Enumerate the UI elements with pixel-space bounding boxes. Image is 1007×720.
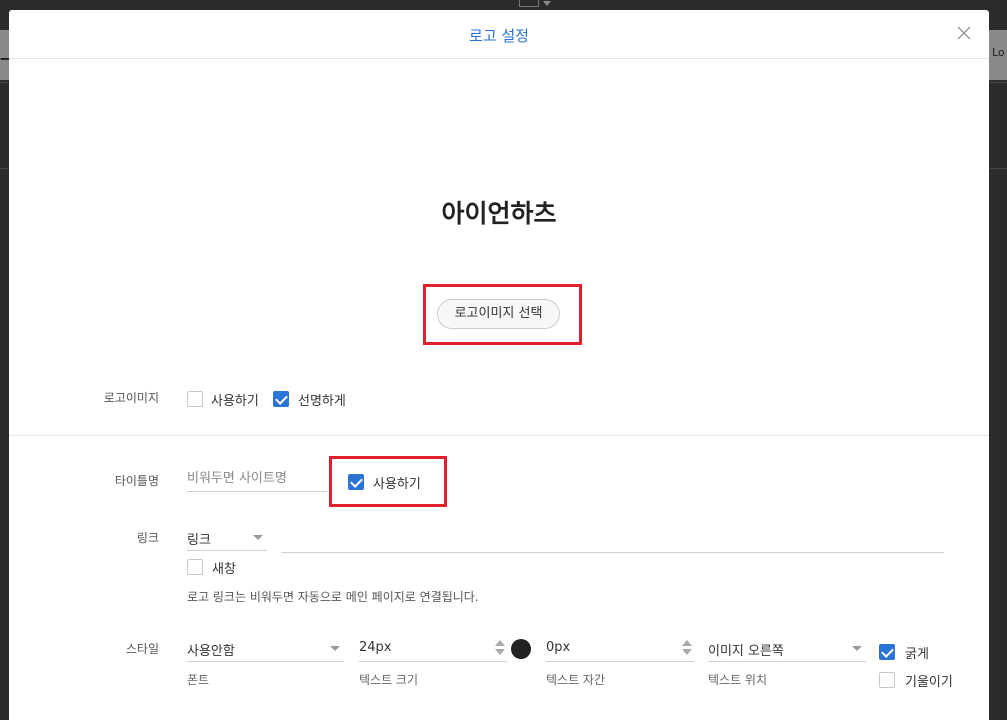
text-position-caption: 텍스트 위치 [708,673,768,687]
link-url-input[interactable] [281,527,944,553]
bold-checkbox[interactable] [879,644,895,660]
font-select[interactable]: 사용안함 [187,636,344,662]
chevron-down-icon [253,535,263,540]
new-window-checkbox[interactable] [187,559,203,575]
background-divider [989,168,1007,169]
text-position-select[interactable]: 이미지 오른쪽 [708,636,866,662]
link-help-text: 로고 링크는 비워두면 자동으로 메인 페이지로 연결됩니다. [187,590,479,604]
text-color-picker[interactable] [511,639,531,659]
bold-label[interactable]: 굵게 [905,643,929,662]
background-divider [0,82,9,83]
title-name-input[interactable] [187,466,327,492]
new-window-label[interactable]: 새창 [212,558,236,577]
link-type-select[interactable]: 링크 [187,525,267,551]
background-divider [989,82,1007,83]
background-left-glyph: ㅡ [0,50,9,69]
italic-checkbox[interactable] [879,672,895,688]
letter-spacing-caption: 텍스트 자간 [546,673,606,687]
letter-spacing-value: 0px [546,640,571,655]
logo-image-sharp-checkbox[interactable] [273,391,289,407]
background-topbar [0,0,1007,10]
chevron-down-icon [852,646,862,651]
stepper-arrows-icon[interactable] [682,638,692,658]
logo-settings-modal: 로고 설정 아이언하츠 로고이미지 선택 로고이미지 사용하기 선명하게 타이틀… [9,10,989,720]
title-name-use-label[interactable]: 사용하기 [373,473,421,492]
stepper-arrows-icon[interactable] [495,638,505,658]
link-type-value: 링크 [187,533,211,548]
chevron-down-icon [330,646,340,651]
modal-header: 로고 설정 [9,10,989,59]
logo-image-select-button[interactable]: 로고이미지 선택 [437,299,560,329]
italic-label[interactable]: 기울이기 [905,671,953,690]
background-divider [0,168,9,169]
style-label: 스타일 [125,642,159,656]
text-size-stepper[interactable]: 24px [359,636,507,662]
logo-image-sharp-label[interactable]: 선명하게 [298,390,346,409]
logo-preview-text: 아이언하츠 [441,199,557,228]
logo-image-label: 로고이미지 [103,391,159,405]
close-button[interactable] [955,24,973,42]
background-layout-icon [519,0,539,7]
background-caret-icon [543,1,551,6]
background-right-label: Lo [992,46,1005,59]
title-name-label: 타이틀명 [114,474,159,488]
text-size-value: 24px [359,640,392,655]
logo-image-use-checkbox[interactable] [187,391,203,407]
modal-title: 로고 설정 [469,27,529,45]
text-position-value: 이미지 오른쪽 [708,644,784,659]
font-value: 사용안함 [187,644,235,659]
logo-image-use-label[interactable]: 사용하기 [211,390,259,409]
letter-spacing-stepper[interactable]: 0px [546,636,694,662]
section-divider [9,435,989,436]
close-icon [957,26,971,40]
font-caption: 폰트 [187,673,210,687]
text-size-caption: 텍스트 크기 [359,673,419,687]
link-label: 링크 [136,531,159,545]
title-name-use-checkbox[interactable] [348,474,364,490]
